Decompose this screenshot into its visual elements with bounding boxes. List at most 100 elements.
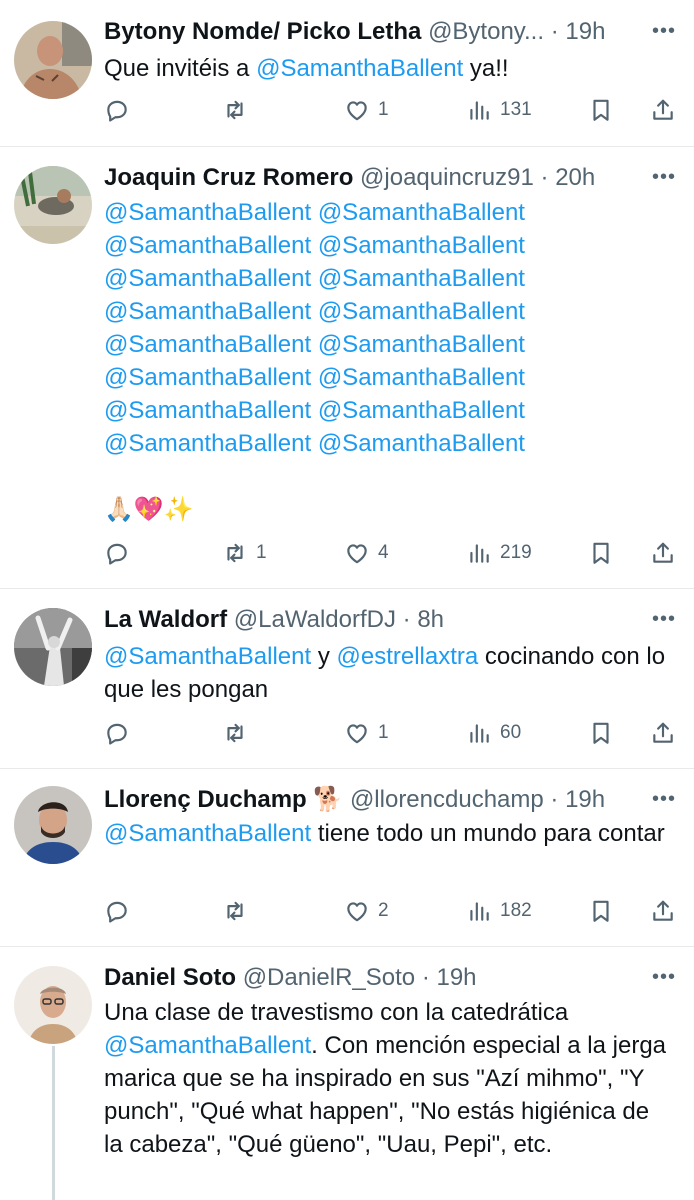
- avatar[interactable]: [14, 966, 92, 1044]
- like-button[interactable]: 1: [344, 93, 389, 127]
- more-icon[interactable]: •••: [652, 16, 676, 46]
- more-icon[interactable]: •••: [652, 784, 676, 814]
- mention-line[interactable]: @SamanthaBallent @SamanthaBallent: [104, 427, 672, 460]
- mention-line[interactable]: @SamanthaBallent @SamanthaBallent: [104, 361, 672, 394]
- author-handle[interactable]: @llorencduchamp: [350, 786, 544, 813]
- share-button[interactable]: [650, 716, 676, 750]
- author-name[interactable]: Joaquin Cruz Romero: [104, 164, 353, 191]
- like-icon: [344, 898, 370, 924]
- tweet-card[interactable]: Daniel Soto @DanielR_Soto · 19h ••• Una …: [0, 946, 694, 1200]
- tweet-card[interactable]: Bytony Nomde/ Picko Letha @Bytony... · 1…: [0, 0, 694, 147]
- mention-link[interactable]: @SamanthaBallent: [104, 643, 311, 670]
- avatar[interactable]: [14, 786, 92, 864]
- timestamp[interactable]: 20h: [555, 164, 595, 191]
- like-count: 2: [378, 900, 389, 921]
- mention-line[interactable]: @SamanthaBallent @SamanthaBallent: [104, 229, 672, 262]
- views-count: 131: [500, 99, 532, 120]
- mention-link[interactable]: @estrellaxtra: [337, 643, 479, 670]
- reply-icon: [104, 540, 130, 566]
- avatar[interactable]: [14, 21, 92, 99]
- timestamp[interactable]: 19h: [436, 964, 476, 991]
- tweet-card[interactable]: La Waldorf @LaWaldorfDJ · 8h ••• @Samant…: [0, 588, 694, 769]
- retweet-button[interactable]: [222, 894, 256, 928]
- views-icon: [466, 97, 492, 123]
- author-name[interactable]: Llorenç Duchamp: [104, 786, 307, 813]
- reply-button[interactable]: [104, 93, 138, 127]
- like-button[interactable]: 4: [344, 536, 389, 570]
- retweet-button[interactable]: [222, 716, 256, 750]
- views-count: 60: [500, 722, 522, 743]
- author-handle[interactable]: @Bytony...: [428, 18, 544, 45]
- mention-line[interactable]: @SamanthaBallent @SamanthaBallent: [104, 328, 672, 361]
- like-count: 4: [378, 542, 389, 563]
- views-icon: [466, 540, 492, 566]
- timestamp[interactable]: 8h: [417, 606, 444, 633]
- views-icon: [466, 898, 492, 924]
- bookmark-icon: [588, 97, 614, 123]
- views-button[interactable]: 60: [466, 716, 521, 750]
- text-segment: Una clase de travestismo con la catedrát…: [104, 999, 569, 1026]
- more-icon[interactable]: •••: [652, 604, 676, 634]
- tweet-actions: 2 182: [104, 894, 680, 928]
- views-count: 219: [500, 542, 532, 563]
- tweet-text: @SamanthaBallent tiene todo un mundo par…: [104, 817, 672, 850]
- reply-icon: [104, 720, 130, 746]
- views-button[interactable]: 182: [466, 894, 532, 928]
- separator-dot: ·: [421, 964, 430, 991]
- tweet-card[interactable]: Llorenç Duchamp 🐕 @llorencduchamp · 19h …: [0, 768, 694, 947]
- tweet-actions: 1 60: [104, 716, 680, 750]
- tweet-header: Bytony Nomde/ Picko Letha @Bytony... · 1…: [104, 14, 674, 50]
- timestamp[interactable]: 19h: [565, 786, 605, 813]
- author-name[interactable]: Daniel Soto: [104, 964, 236, 991]
- views-button[interactable]: 131: [466, 93, 532, 127]
- author-handle[interactable]: @joaquincruz91: [360, 164, 534, 191]
- separator-dot: ·: [402, 606, 411, 633]
- mention-line[interactable]: @SamanthaBallent @SamanthaBallent: [104, 262, 672, 295]
- views-button[interactable]: 219: [466, 536, 532, 570]
- reply-icon: [104, 898, 130, 924]
- tweet-card[interactable]: Joaquin Cruz Romero @joaquincruz91 · 20h…: [0, 146, 694, 589]
- retweet-icon: [222, 720, 248, 746]
- dog-emoji-icon: 🐕: [313, 786, 344, 813]
- mention-link[interactable]: @SamanthaBallent: [104, 820, 311, 847]
- more-icon[interactable]: •••: [652, 962, 676, 992]
- text-segment: Que invitéis a: [104, 55, 257, 82]
- reply-button[interactable]: [104, 716, 138, 750]
- bookmark-button[interactable]: [588, 716, 614, 750]
- share-button[interactable]: [650, 536, 676, 570]
- author-handle[interactable]: @LaWaldorfDJ: [234, 606, 396, 633]
- share-button[interactable]: [650, 894, 676, 928]
- author-name[interactable]: Bytony Nomde/ Picko Letha: [104, 18, 421, 45]
- timestamp[interactable]: 19h: [565, 18, 605, 45]
- emoji-line: 🙏🏻💖✨: [104, 496, 194, 523]
- retweet-icon: [222, 97, 248, 123]
- mention-line[interactable]: @SamanthaBallent @SamanthaBallent: [104, 196, 672, 229]
- retweet-button[interactable]: [222, 93, 256, 127]
- avatar[interactable]: [14, 166, 92, 244]
- more-icon[interactable]: •••: [652, 162, 676, 192]
- reply-button[interactable]: [104, 536, 138, 570]
- separator-dot: ·: [540, 164, 549, 191]
- author-name[interactable]: La Waldorf: [104, 606, 227, 633]
- author-handle[interactable]: @DanielR_Soto: [243, 964, 415, 991]
- like-button[interactable]: 2: [344, 894, 389, 928]
- share-icon: [650, 540, 676, 566]
- thread-line: [52, 1046, 55, 1200]
- bookmark-icon: [588, 540, 614, 566]
- mention-link[interactable]: @SamanthaBallent: [104, 1032, 311, 1059]
- avatar[interactable]: [14, 608, 92, 686]
- share-button[interactable]: [650, 93, 676, 127]
- bookmark-button[interactable]: [588, 536, 614, 570]
- reply-button[interactable]: [104, 894, 138, 928]
- tweet-text: Una clase de travestismo con la catedrát…: [104, 996, 672, 1161]
- bookmark-button[interactable]: [588, 894, 614, 928]
- tweet-text: @SamanthaBallent y @estrellaxtra cocinan…: [104, 640, 672, 706]
- retweet-button[interactable]: 1: [222, 536, 267, 570]
- mention-link[interactable]: @SamanthaBallent: [256, 55, 463, 82]
- mention-line[interactable]: @SamanthaBallent @SamanthaBallent: [104, 394, 672, 427]
- mention-line[interactable]: @SamanthaBallent @SamanthaBallent: [104, 295, 672, 328]
- like-button[interactable]: 1: [344, 716, 389, 750]
- tweet-header: Llorenç Duchamp 🐕 @llorencduchamp · 19h: [104, 782, 674, 818]
- bookmark-button[interactable]: [588, 93, 614, 127]
- tweet-actions: 1 4 219: [104, 536, 680, 570]
